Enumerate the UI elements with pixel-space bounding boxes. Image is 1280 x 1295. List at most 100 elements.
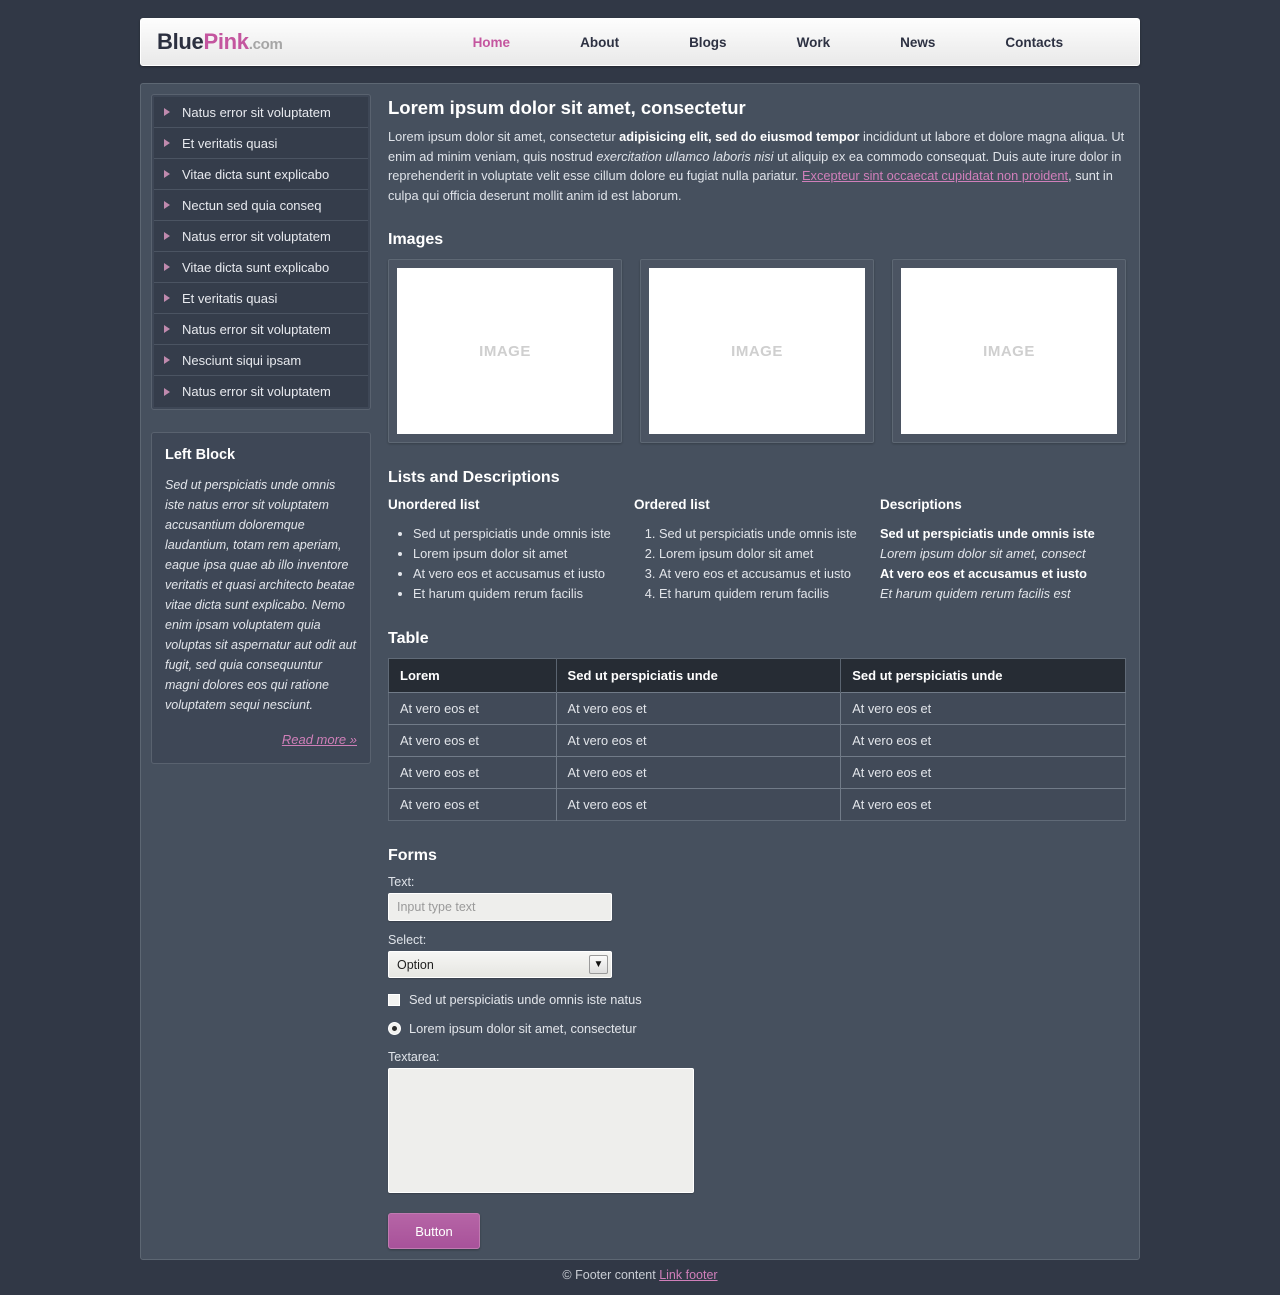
text-input-placeholder: Input type text [397, 900, 476, 914]
footer-text: © Footer content [562, 1268, 660, 1282]
image-card-0[interactable]: IMAGE [388, 259, 622, 443]
unordered-list-title: Unordered list [388, 497, 480, 512]
unordered-list-column: Unordered list Sed ut perspiciatis unde … [388, 497, 634, 604]
sidebar-item-4[interactable]: Natus error sit voluptatem [154, 221, 368, 252]
chevron-down-icon[interactable]: ▼ [589, 955, 608, 974]
table-column-header: Sed ut perspiciatis unde [840, 658, 1126, 693]
left-block-text: Sed ut perspiciatis unde omnis iste natu… [165, 478, 357, 712]
logo-com: .com [248, 36, 283, 53]
checkbox-row[interactable]: Sed ut perspiciatis unde omnis iste natu… [388, 992, 1126, 1007]
list-item: Et harum quidem rerum facilis [413, 584, 616, 604]
description-term: At vero eos et accusamus et iusto [880, 566, 1087, 581]
sidebar-item-label: Natus error sit voluptatem [182, 321, 331, 337]
list-item: At vero eos et accusamus et iusto [413, 564, 616, 584]
intro-italic: exercitation ullamco laboris nisi [596, 148, 774, 164]
table-cell: At vero eos et [556, 788, 842, 821]
select-label: Select: [388, 933, 427, 947]
sidebar-item-9[interactable]: Natus error sit voluptatem [154, 376, 368, 407]
sidebar-item-3[interactable]: Nectun sed quia conseq [154, 190, 368, 221]
image-placeholder: IMAGE [649, 268, 865, 434]
lists-heading: Lists and Descriptions [388, 469, 560, 486]
text-input-label: Text: [388, 875, 415, 889]
list-item: Lorem ipsum dolor sit amet [413, 544, 616, 564]
ordered-list: Sed ut perspiciatis unde omnis iste Lore… [634, 524, 862, 604]
image-placeholder: IMAGE [901, 268, 1117, 434]
read-more-link[interactable]: Read more » [282, 732, 357, 747]
select-dropdown[interactable]: Option ▼ [388, 951, 612, 978]
nav-link-contacts[interactable]: Contacts [1005, 35, 1063, 50]
main-content: Lorem ipsum dolor sit amet, consectetur … [388, 94, 1129, 1249]
list-item: Sed ut perspiciatis unde omnis iste [659, 524, 862, 544]
left-block: Left Block Sed ut perspiciatis unde omni… [151, 432, 371, 764]
nav-link-about[interactable]: About [580, 35, 619, 50]
sidebar: Natus error sit voluptatem Et veritatis … [151, 94, 371, 764]
list-item: At vero eos et accusamus et iusto [659, 564, 862, 584]
page-root: BluePink.com Home About Blogs Work News … [0, 0, 1280, 1295]
radio-input[interactable] [388, 1022, 401, 1035]
table-cell: At vero eos et [840, 756, 1126, 789]
arrow-right-icon [164, 232, 170, 240]
content-panel: Natus error sit voluptatem Et veritatis … [140, 83, 1140, 1260]
image-placeholder: IMAGE [397, 268, 613, 434]
image-card-1[interactable]: IMAGE [640, 259, 874, 443]
ordered-list-column: Ordered list Sed ut perspiciatis unde om… [634, 497, 880, 604]
table-cell: At vero eos et [556, 756, 842, 789]
arrow-right-icon [164, 325, 170, 333]
textarea-input[interactable] [388, 1068, 694, 1193]
image-card-2[interactable]: IMAGE [892, 259, 1126, 443]
site-header: BluePink.com Home About Blogs Work News … [140, 18, 1140, 66]
select-value: Option [397, 957, 434, 972]
demo-form: Text: Input type text Select: Option ▼ S… [388, 875, 1126, 1249]
sidebar-menu: Natus error sit voluptatem Et veritatis … [151, 94, 371, 410]
sidebar-item-0[interactable]: Natus error sit voluptatem [154, 97, 368, 128]
arrow-right-icon [164, 263, 170, 271]
logo-blue: Blue [157, 29, 204, 54]
sidebar-item-2[interactable]: Vitae dicta sunt explicabo [154, 159, 368, 190]
sidebar-item-label: Nesciunt siqui ipsam [182, 352, 302, 368]
table-column-header: Lorem [388, 658, 557, 693]
intro-paragraph: Lorem ipsum dolor sit amet, consectetur … [388, 127, 1126, 205]
nav-link-work[interactable]: Work [797, 35, 831, 50]
nav-link-blogs[interactable]: Blogs [689, 35, 727, 50]
table-cell: At vero eos et [840, 692, 1126, 725]
sidebar-item-8[interactable]: Nesciunt siqui ipsam [154, 345, 368, 376]
table-body: At vero eos et At vero eos et At vero eo… [388, 692, 1126, 821]
checkbox-label: Sed ut perspiciatis unde omnis iste natu… [409, 992, 642, 1007]
table-cell: At vero eos et [388, 724, 557, 757]
description-list: Sed ut perspiciatis unde omnis iste Lore… [880, 524, 1108, 604]
radio-label: Lorem ipsum dolor sit amet, consectetur [409, 1021, 637, 1036]
sidebar-item-6[interactable]: Et veritatis quasi [154, 283, 368, 314]
description-term: Sed ut perspiciatis unde omnis iste [880, 526, 1095, 541]
sidebar-item-5[interactable]: Vitae dicta sunt explicabo [154, 252, 368, 283]
site-logo[interactable]: BluePink.com [157, 29, 283, 55]
table-cell: At vero eos et [388, 756, 557, 789]
arrow-right-icon [164, 170, 170, 178]
images-row: IMAGE IMAGE IMAGE [388, 259, 1126, 443]
textarea-label: Textarea: [388, 1050, 440, 1064]
arrow-right-icon [164, 387, 170, 396]
table-heading: Table [388, 630, 429, 647]
arrow-right-icon [164, 356, 170, 364]
submit-button[interactable]: Button [388, 1213, 480, 1249]
sidebar-item-label: Et veritatis quasi [182, 135, 278, 151]
radio-row[interactable]: Lorem ipsum dolor sit amet, consectetur [388, 1021, 1126, 1036]
data-table: Lorem Sed ut perspiciatis unde Sed ut pe… [388, 658, 1126, 821]
table-cell: At vero eos et [840, 788, 1126, 821]
logo-pink: Pink [203, 29, 249, 54]
sidebar-item-label: Natus error sit voluptatem [182, 104, 331, 120]
forms-heading: Forms [388, 847, 437, 864]
nav-link-news[interactable]: News [900, 35, 935, 50]
left-block-title: Left Block [165, 447, 236, 463]
nav-link-home[interactable]: Home [473, 35, 511, 50]
text-input[interactable]: Input type text [388, 893, 612, 921]
sidebar-item-label: Vitae dicta sunt explicabo [182, 166, 330, 182]
sidebar-item-1[interactable]: Et veritatis quasi [154, 128, 368, 159]
description-def: Et harum quidem rerum facilis est [880, 586, 1071, 601]
checkbox-input[interactable] [388, 993, 400, 1006]
footer-link[interactable]: Link footer [659, 1268, 717, 1282]
intro-link[interactable]: Excepteur sint occaecat cupidatat non pr… [802, 168, 1068, 183]
table-row: At vero eos et At vero eos et At vero eo… [388, 692, 1126, 725]
sidebar-item-7[interactable]: Natus error sit voluptatem [154, 314, 368, 345]
sidebar-item-label: Natus error sit voluptatem [182, 384, 331, 399]
